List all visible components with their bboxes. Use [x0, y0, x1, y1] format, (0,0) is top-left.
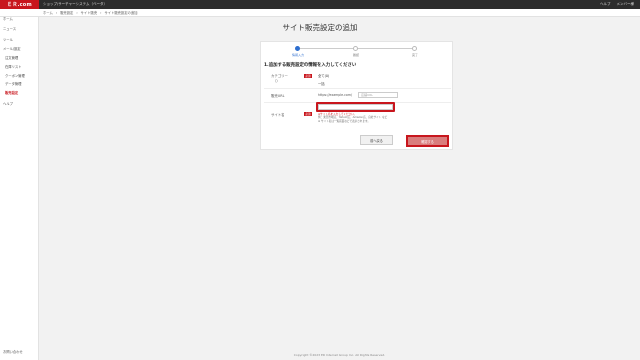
breadcrumb-current: サイト販売設定の追加	[104, 11, 138, 15]
sidebar-item-tools[interactable]: ツール	[3, 37, 13, 42]
breadcrumb-sales-settings[interactable]: 販売設定	[60, 10, 73, 15]
form-card: 情報入力 確認 完了 1.追加する販売設定の情報を入力してください カテゴリー …	[260, 41, 453, 150]
sidebar-item-news[interactable]: ニュース	[3, 26, 16, 31]
step-2-label: 確認	[352, 53, 359, 57]
url-label: 販売URL	[271, 94, 285, 98]
required-badge: 必須	[304, 112, 312, 116]
sidebar-item-data[interactable]: データ管理	[5, 81, 21, 86]
sidebar-item-sales-settings[interactable]: 販売設定	[5, 90, 18, 95]
page-title: サイト販売設定の追加	[282, 23, 358, 32]
sidebar-item-mail-settings[interactable]: メール/設定	[3, 46, 21, 51]
category-sublabel: （）	[273, 79, 280, 83]
user-menu[interactable]: メンバー様	[617, 2, 635, 7]
breadcrumb-sep: ›	[100, 10, 102, 15]
help-link[interactable]: ヘルプ	[600, 2, 611, 7]
sidebar-item-orders[interactable]: 注文管理	[5, 55, 18, 60]
divider	[264, 88, 451, 89]
breadcrumb-site-sales[interactable]: サイト販売	[81, 10, 97, 15]
sidebar-item-coupons[interactable]: クーポン管理	[5, 73, 25, 78]
step-1-label: 情報入力	[291, 53, 304, 57]
back-button[interactable]: 前へ戻る	[360, 135, 393, 145]
sidebar: ホーム ニュース ツール メール/設定 注文管理 在庫リスト クーポン管理 デー…	[0, 9, 39, 360]
site-name-hint: ※サイト名を入力してください。 例：楽天市場店、Yahoo!店、Amazon店、…	[318, 113, 448, 123]
section-heading: 1.追加する販売設定の情報を入力してください	[264, 63, 357, 68]
step-1-dot	[295, 46, 300, 51]
site-name-label: サイト名	[271, 113, 285, 117]
category-value-1[interactable]: 全て(0)	[318, 73, 329, 78]
url-prefix: https://example.com/	[318, 93, 353, 97]
step-3-dot	[412, 46, 417, 51]
app-title: ショップ/サーチャーシステム（ベータ）	[43, 2, 107, 6]
breadcrumb-sep: ›	[76, 10, 78, 15]
top-right-links: ヘルプ メンバー様	[600, 2, 640, 7]
next-button[interactable]: 確認する	[406, 135, 449, 147]
required-badge: 必須	[304, 74, 312, 78]
hint-line-3: ※ サイト名は一覧画面などで表示されます。	[318, 119, 370, 123]
site-name-input-highlight	[316, 102, 395, 112]
sidebar-item-inventory[interactable]: 在庫リスト	[5, 64, 21, 69]
top-bar: ＥＲ.com ショップ/サーチャーシステム（ベータ） ヘルプ メンバー様	[0, 0, 640, 9]
category-value-2[interactable]: 一括	[318, 81, 325, 86]
step-3-label: 完了	[411, 53, 418, 57]
breadcrumb-sep: ›	[55, 10, 58, 15]
footer-copyright: Copyright ©2023 ER Internet Group Inc. A…	[293, 353, 386, 357]
sidebar-item-help[interactable]: ヘルプ	[3, 101, 13, 106]
breadcrumb: ホーム › 販売設定 › サイト販売 › サイト販売設定の追加	[0, 9, 640, 17]
url-input[interactable]: 店舗URL	[358, 92, 398, 98]
breadcrumb-home[interactable]: ホーム	[43, 10, 53, 15]
logo[interactable]: ＥＲ.com	[0, 0, 39, 9]
contact-link[interactable]: お問い合わせ	[3, 349, 23, 354]
step-2-dot	[353, 46, 358, 51]
